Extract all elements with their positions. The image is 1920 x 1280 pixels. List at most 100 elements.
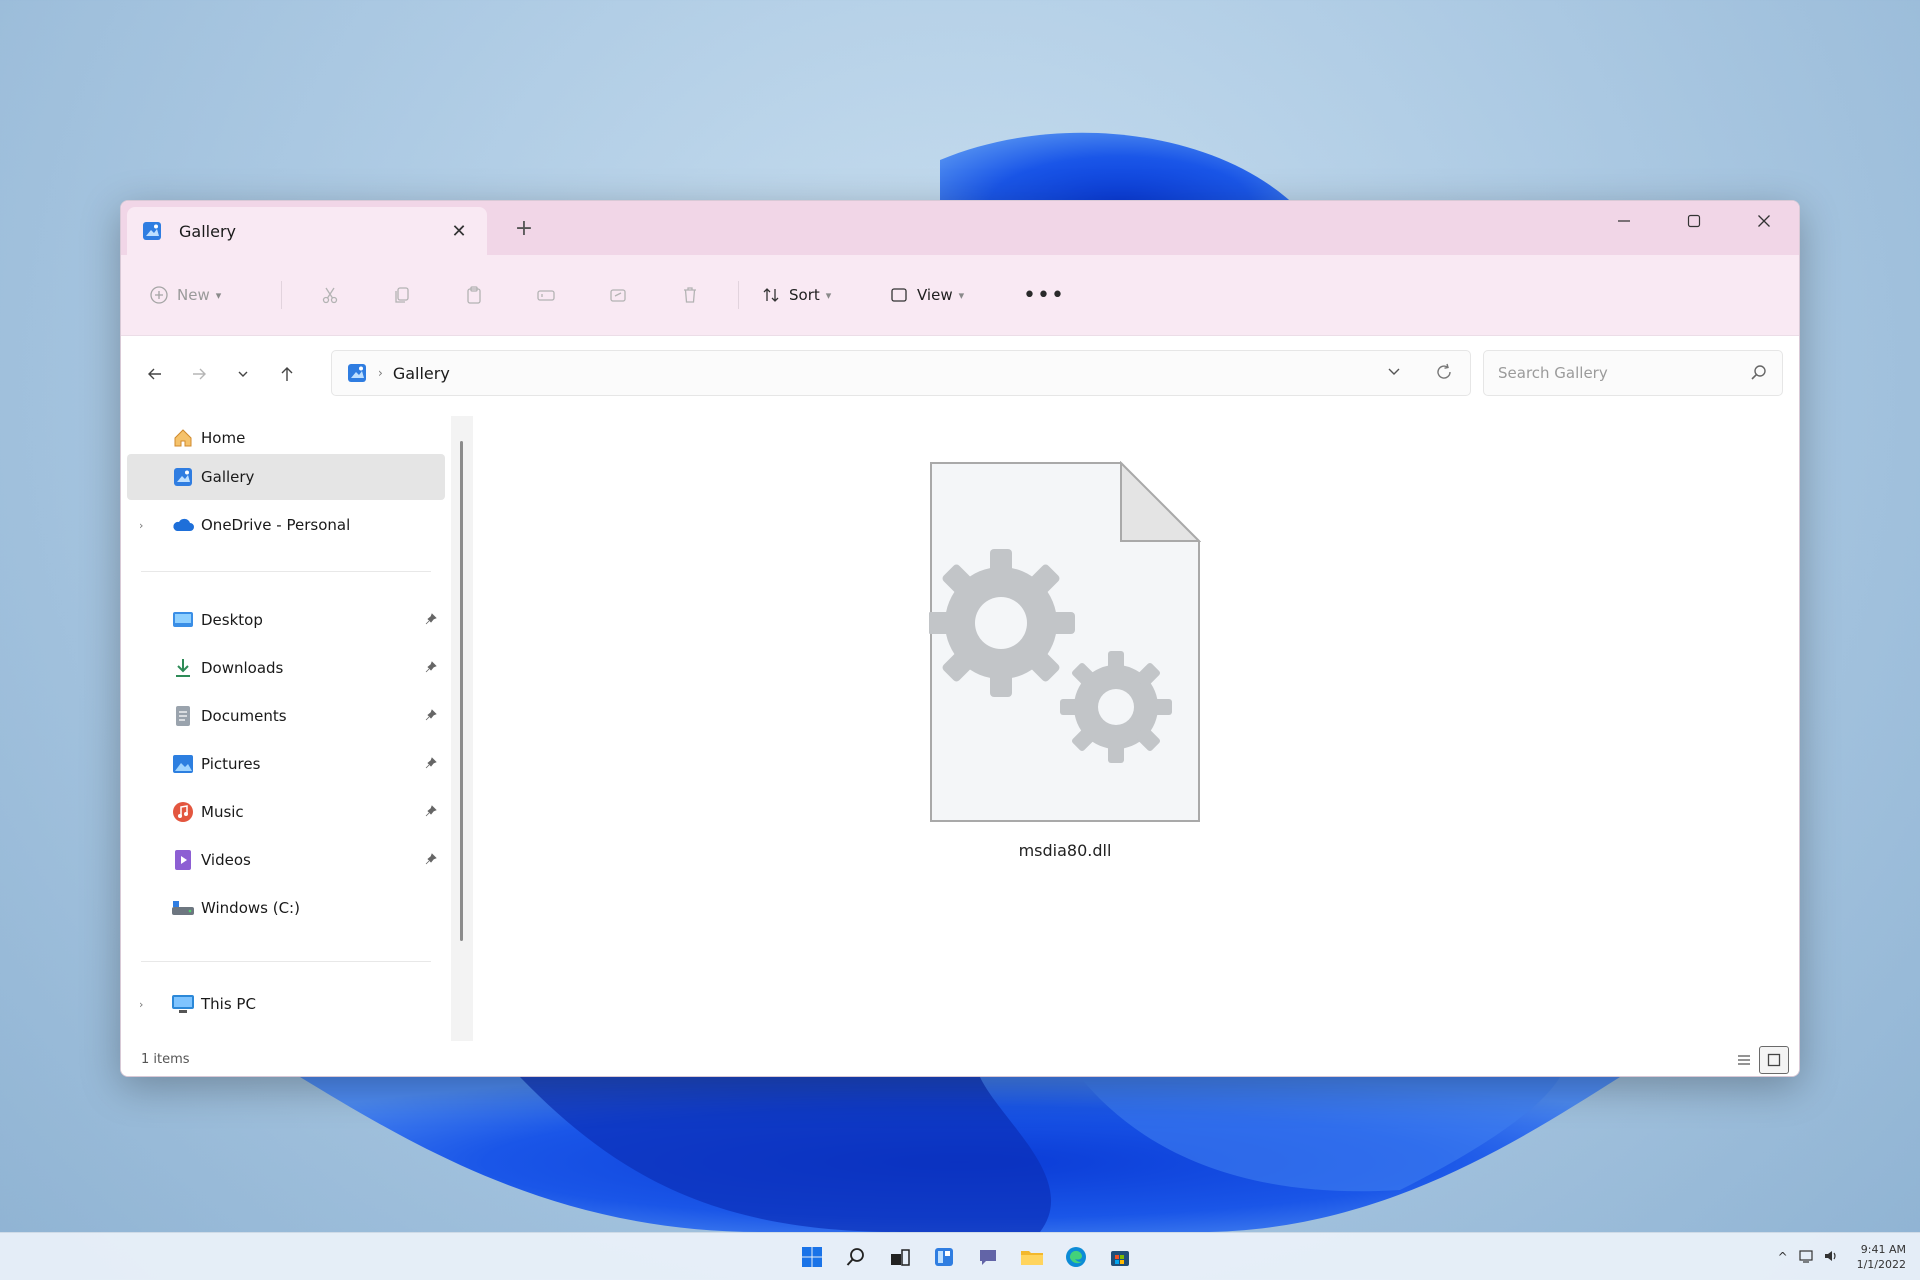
nav-item-this-pc[interactable]: › This PC: [127, 981, 445, 1027]
tray-overflow-chevron[interactable]: ^: [1771, 1250, 1795, 1264]
address-row: › Gallery: [121, 336, 1799, 411]
nav-item-label: Pictures: [201, 755, 261, 773]
breadcrumb-separator: ›: [378, 366, 383, 380]
command-separator: [738, 281, 739, 309]
close-icon[interactable]: [1729, 201, 1799, 241]
nav-item-music[interactable]: Music: [127, 789, 445, 835]
system-tray: ^ 9:41 AM 1/1/2022: [1771, 1233, 1906, 1280]
chevron-down-icon: ▾: [215, 288, 222, 302]
paste-button[interactable]: [438, 275, 510, 315]
sort-icon: [763, 288, 779, 302]
nav-item-videos[interactable]: Videos: [127, 837, 445, 883]
cut-button[interactable]: [294, 275, 366, 315]
network-icon[interactable]: [1795, 1249, 1819, 1266]
minimize-icon[interactable]: [1589, 201, 1659, 241]
up-button[interactable]: [265, 354, 309, 394]
nav-item-label: Downloads: [201, 659, 284, 677]
tab-close-icon[interactable]: ✕: [445, 221, 473, 242]
command-separator: [281, 281, 282, 309]
details-view-button[interactable]: [1729, 1046, 1759, 1074]
sort-button[interactable]: Sort ▾: [751, 275, 881, 315]
arrow-left-icon: [148, 368, 161, 379]
tab-title: Gallery: [179, 221, 236, 241]
nav-item-documents[interactable]: Documents: [127, 693, 445, 739]
file-explorer-icon[interactable]: [1010, 1235, 1054, 1279]
more-options-button[interactable]: •••: [1019, 275, 1069, 315]
nav-item-label: This PC: [201, 995, 256, 1013]
nav-item-onedrive[interactable]: › OneDrive - Personal: [127, 502, 445, 548]
breadcrumb-gallery[interactable]: Gallery: [393, 364, 450, 383]
copy-icon: [395, 287, 409, 303]
copy-button[interactable]: [366, 275, 438, 315]
search-input[interactable]: [1498, 364, 1750, 382]
windows-start-icon[interactable]: [790, 1235, 834, 1279]
file-item[interactable]: msdia80.dll: [915, 461, 1215, 891]
rename-icon: [537, 290, 555, 301]
widgets-icon[interactable]: [922, 1235, 966, 1279]
navigation-buttons: [133, 354, 333, 394]
expand-chevron-icon[interactable]: ›: [139, 519, 143, 532]
chevron-down-icon: [238, 371, 248, 377]
tab-bar: Gallery ✕ +: [121, 201, 1799, 255]
rename-button[interactable]: [510, 275, 582, 315]
recent-locations-button[interactable]: [221, 354, 265, 394]
share-icon: [610, 289, 626, 302]
nav-item-downloads[interactable]: Downloads: [127, 645, 445, 691]
volume-icon[interactable]: [1819, 1249, 1843, 1266]
nav-item-label: Music: [201, 803, 244, 821]
drive-icon: [171, 896, 195, 920]
delete-button[interactable]: [654, 275, 726, 315]
desktop-icon: [171, 608, 195, 632]
address-history-dropdown[interactable]: [1386, 363, 1402, 383]
share-button[interactable]: [582, 275, 654, 315]
pin-icon[interactable]: [425, 660, 437, 676]
nav-item-desktop[interactable]: Desktop: [127, 597, 445, 643]
new-button[interactable]: New ▾: [149, 275, 269, 315]
pin-icon[interactable]: [425, 612, 437, 628]
content-area: msdia80.dll: [475, 411, 1799, 1041]
pin-icon[interactable]: [425, 756, 437, 772]
nav-item-pictures[interactable]: Pictures: [127, 741, 445, 787]
pin-icon[interactable]: [425, 852, 437, 868]
expand-chevron-icon[interactable]: ›: [139, 998, 143, 1011]
large-icons-view-button[interactable]: [1759, 1046, 1789, 1074]
pin-icon[interactable]: [425, 708, 437, 724]
edge-icon[interactable]: [1054, 1235, 1098, 1279]
maximize-icon[interactable]: [1659, 201, 1729, 241]
forward-button[interactable]: [177, 354, 221, 394]
pin-icon[interactable]: [425, 804, 437, 820]
chat-icon[interactable]: [966, 1235, 1010, 1279]
address-bar[interactable]: › Gallery: [331, 350, 1471, 396]
refresh-icon: [1437, 363, 1451, 379]
task-view-icon[interactable]: [878, 1235, 922, 1279]
nav-item-windows-c[interactable]: Windows (C:): [127, 885, 445, 931]
taskbar: ^ 9:41 AM 1/1/2022: [0, 1232, 1920, 1280]
chevron-down-icon: [1388, 368, 1400, 375]
scrollbar-thumb[interactable]: [460, 441, 463, 941]
clock[interactable]: 9:41 AM 1/1/2022: [1857, 1242, 1906, 1272]
nav-item-label: Documents: [201, 707, 287, 725]
navigation-pane: Home Gallery › OneDrive - Personal Deskt…: [127, 411, 451, 1041]
search-icon[interactable]: [834, 1235, 878, 1279]
window-controls: [1589, 201, 1799, 241]
delete-icon: [684, 287, 696, 303]
nav-pane-scrollbar[interactable]: [451, 416, 473, 1041]
status-bar: 1 items: [121, 1041, 1799, 1076]
music-icon: [171, 800, 195, 824]
document-icon: [171, 704, 195, 728]
refresh-button[interactable]: [1434, 362, 1454, 386]
store-icon[interactable]: [1098, 1235, 1142, 1279]
tab-gallery[interactable]: Gallery ✕: [127, 207, 487, 255]
details-view-icon: [1738, 1055, 1750, 1065]
nav-item-gallery[interactable]: Gallery: [127, 454, 445, 500]
nav-item-label: Windows (C:): [201, 899, 300, 917]
view-toggles: [1729, 1046, 1789, 1074]
clock-date: 1/1/2022: [1856, 1258, 1906, 1271]
view-button[interactable]: View ▾: [881, 275, 1019, 315]
back-button[interactable]: [133, 354, 177, 394]
sort-label: Sort: [789, 286, 820, 304]
new-tab-button[interactable]: +: [509, 215, 539, 245]
nav-item-label: Videos: [201, 851, 251, 869]
computer-icon: [171, 992, 195, 1016]
explorer-body: Home Gallery › OneDrive - Personal Deskt…: [121, 411, 1799, 1076]
